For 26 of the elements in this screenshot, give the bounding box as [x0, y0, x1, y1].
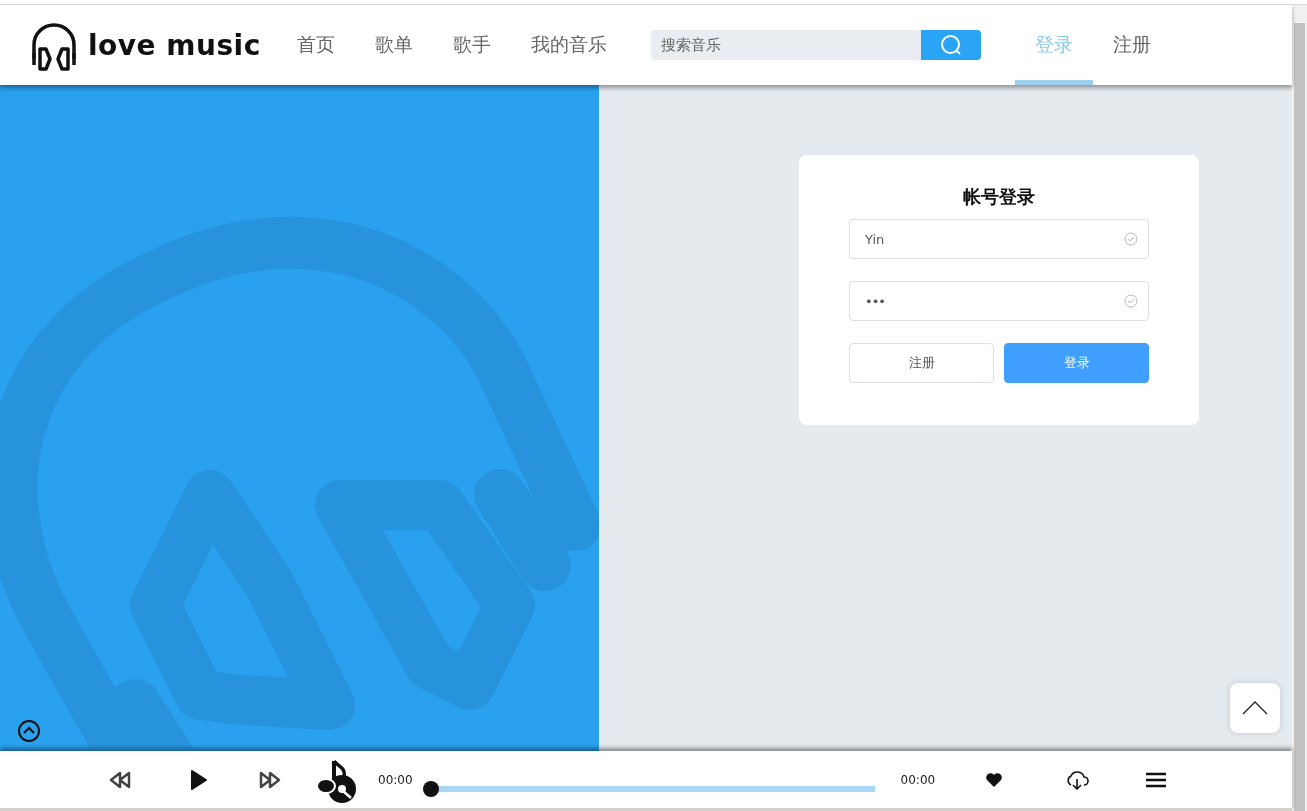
- progress-thumb[interactable]: [422, 780, 439, 797]
- download-button[interactable]: [1065, 769, 1090, 790]
- search-button[interactable]: [920, 30, 981, 60]
- search-field[interactable]: 搜索音乐: [650, 30, 921, 60]
- nav-link[interactable]: 歌手: [432, 5, 511, 85]
- username-field[interactable]: Yin: [849, 219, 1149, 259]
- rewind-button[interactable]: [108, 770, 132, 789]
- scrollbar[interactable]: [1292, 5, 1307, 811]
- login-title: 帐号登录: [963, 185, 1035, 209]
- play-button[interactable]: [188, 768, 208, 791]
- nav-link[interactable]: 我的音乐: [510, 5, 627, 85]
- back-to-top-button[interactable]: [1230, 683, 1280, 733]
- total-time: 00:00: [900, 772, 936, 787]
- register-button[interactable]: 注册: [849, 343, 994, 383]
- chevron-up-icon: [1242, 701, 1268, 715]
- like-button[interactable]: [985, 771, 1004, 788]
- nav-link[interactable]: 歌单: [354, 5, 433, 85]
- account-link[interactable]: 注册: [1092, 5, 1171, 85]
- logo-text: love music: [88, 28, 261, 62]
- password-field[interactable]: •••: [849, 281, 1149, 321]
- playlist-button[interactable]: [1145, 771, 1168, 788]
- current-time: 00:00: [378, 772, 413, 787]
- chevron-up-circle-icon[interactable]: [17, 719, 41, 743]
- nav-link[interactable]: 首页: [276, 5, 355, 85]
- fast-forward-button[interactable]: [258, 770, 282, 789]
- search-icon: [939, 34, 962, 56]
